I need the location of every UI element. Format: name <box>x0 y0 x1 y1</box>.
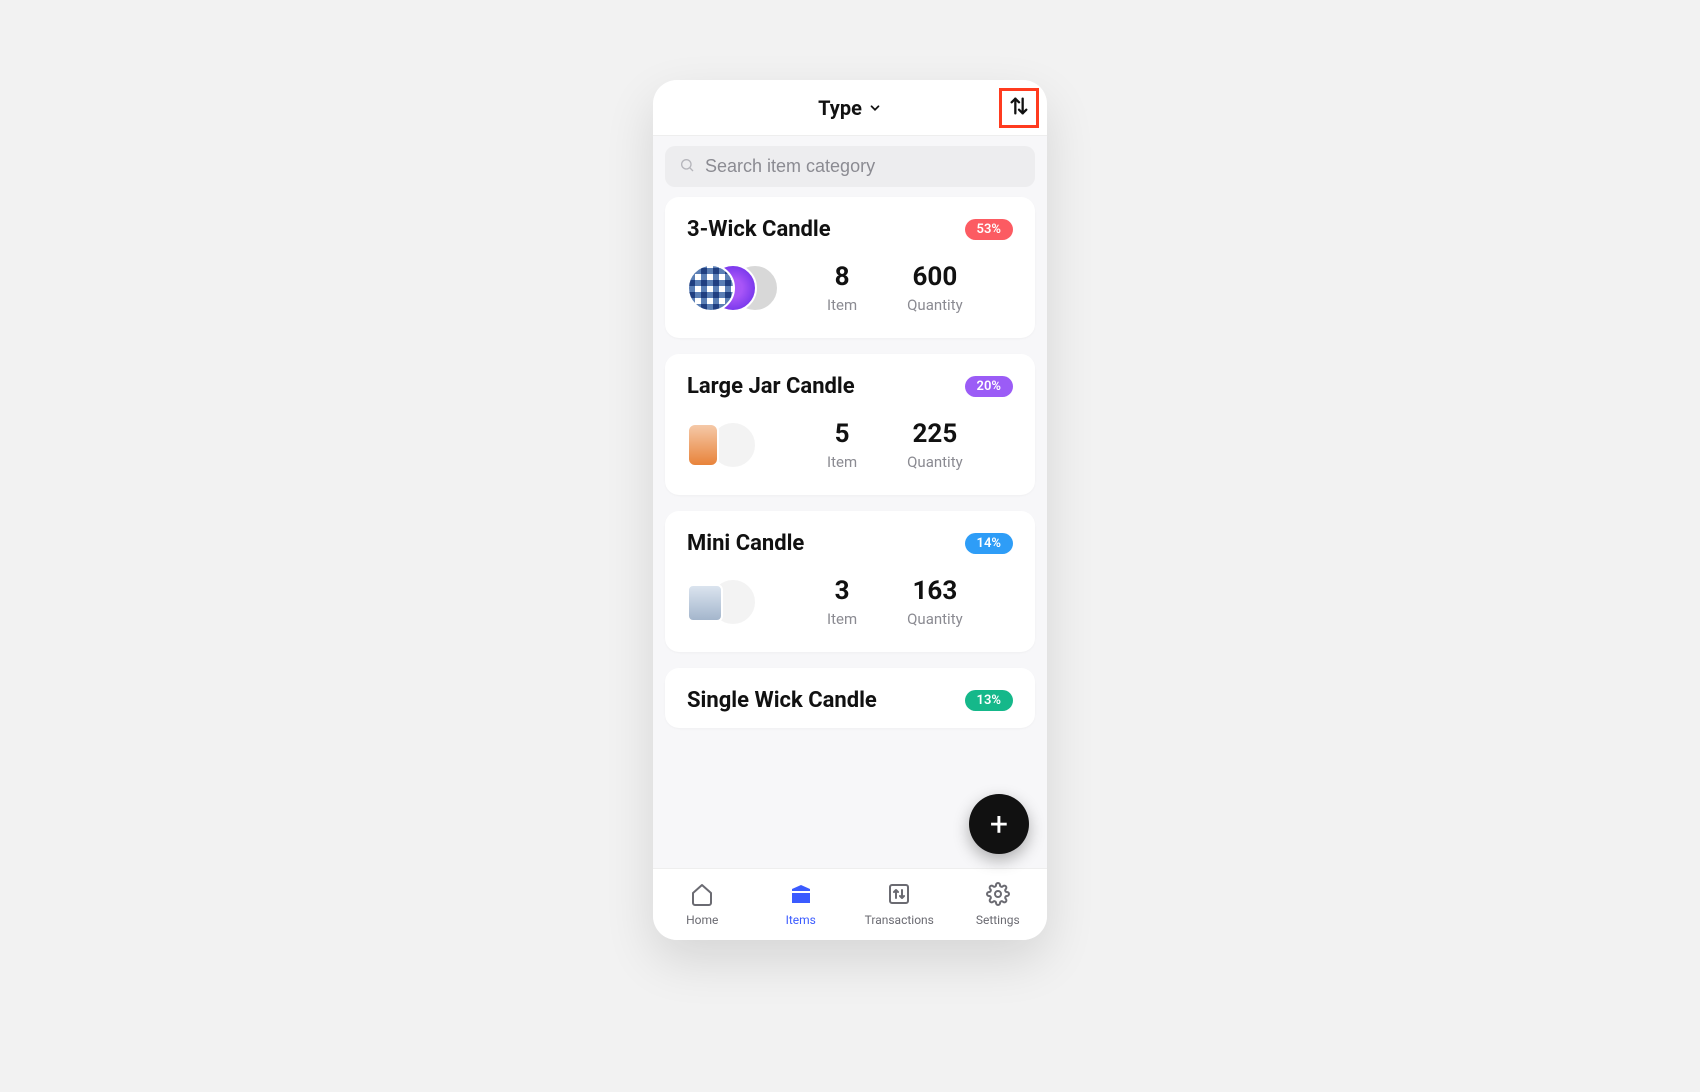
quantity-count: 163 <box>907 576 963 606</box>
category-name: Mini Candle <box>687 531 804 556</box>
category-card[interactable]: 3-Wick Candle 53% 8 Item 600 Quantity <box>665 197 1035 338</box>
thumbnail-stack <box>687 574 787 630</box>
item-stat: 3 Item <box>827 576 857 628</box>
category-list: 3-Wick Candle 53% 8 Item 600 Quantity <box>653 193 1047 868</box>
thumbnail-icon <box>687 264 735 312</box>
app-frame: Type 3-Wick Candle <box>653 80 1047 940</box>
quantity-count: 225 <box>907 419 963 449</box>
quantity-stat: 225 Quantity <box>907 419 963 471</box>
quantity-count: 600 <box>907 262 963 292</box>
sort-icon <box>1008 95 1030 121</box>
box-icon <box>789 882 813 909</box>
filter-type-dropdown[interactable]: Type <box>818 96 882 120</box>
chevron-down-icon <box>868 101 882 115</box>
percent-badge: 14% <box>965 533 1013 554</box>
category-name: Single Wick Candle <box>687 688 877 713</box>
item-count: 8 <box>827 262 857 292</box>
search-input[interactable] <box>705 156 1021 177</box>
add-button[interactable]: + <box>969 794 1029 854</box>
nav-label: Settings <box>976 913 1020 927</box>
quantity-label: Quantity <box>907 610 963 628</box>
search-container <box>653 136 1047 193</box>
category-name: Large Jar Candle <box>687 374 855 399</box>
thumbnail-icon <box>687 423 719 467</box>
percent-badge: 13% <box>965 690 1013 711</box>
transactions-icon <box>887 882 911 909</box>
search-bar[interactable] <box>665 146 1035 187</box>
sort-button[interactable] <box>999 88 1039 128</box>
quantity-label: Quantity <box>907 296 963 314</box>
nav-home[interactable]: Home <box>662 882 742 927</box>
percent-badge: 53% <box>965 219 1013 240</box>
gear-icon <box>986 882 1010 909</box>
nav-label: Home <box>686 913 718 927</box>
bottom-nav: Home Items Transactions Settings <box>653 868 1047 940</box>
home-icon <box>690 882 714 909</box>
category-name: 3-Wick Candle <box>687 217 831 242</box>
percent-badge: 20% <box>965 376 1013 397</box>
item-stat: 5 Item <box>827 419 857 471</box>
nav-items[interactable]: Items <box>761 882 841 927</box>
item-label: Item <box>827 296 857 314</box>
quantity-label: Quantity <box>907 453 963 471</box>
header-title-text: Type <box>818 96 862 120</box>
nav-label: Transactions <box>865 913 934 927</box>
category-card[interactable]: Large Jar Candle 20% 5 Item 225 Quantity <box>665 354 1035 495</box>
item-label: Item <box>827 610 857 628</box>
quantity-stat: 163 Quantity <box>907 576 963 628</box>
nav-settings[interactable]: Settings <box>958 882 1038 927</box>
thumbnail-stack <box>687 417 787 473</box>
item-count: 3 <box>827 576 857 606</box>
nav-transactions[interactable]: Transactions <box>859 882 939 927</box>
plus-icon: + <box>990 805 1008 843</box>
search-icon <box>679 157 695 177</box>
category-card[interactable]: Single Wick Candle 13% <box>665 668 1035 728</box>
category-card[interactable]: Mini Candle 14% 3 Item 163 Quantity <box>665 511 1035 652</box>
thumbnail-icon <box>687 584 723 622</box>
nav-label: Items <box>786 913 816 927</box>
item-stat: 8 Item <box>827 262 857 314</box>
quantity-stat: 600 Quantity <box>907 262 963 314</box>
header: Type <box>653 80 1047 136</box>
item-count: 5 <box>827 419 857 449</box>
thumbnail-stack <box>687 260 787 316</box>
item-label: Item <box>827 453 857 471</box>
